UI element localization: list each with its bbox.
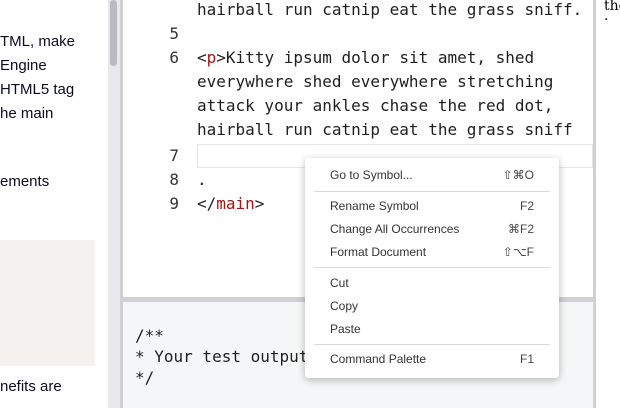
tag-bracket: </ bbox=[197, 194, 217, 213]
menu-item-format-document[interactable]: Format Document ⇧⌥F bbox=[305, 241, 559, 264]
menu-item-shortcut: ⌘F2 bbox=[507, 222, 534, 236]
menu-separator bbox=[314, 191, 550, 192]
instructions-scrollbar-thumb[interactable] bbox=[110, 0, 117, 66]
menu-item-shortcut: F2 bbox=[519, 199, 534, 213]
menu-item-cut[interactable]: Cut bbox=[305, 272, 559, 295]
menu-item-label: Command Palette bbox=[330, 352, 427, 366]
console-line: */ bbox=[135, 368, 155, 387]
menu-item-rename-symbol[interactable]: Rename Symbol F2 bbox=[305, 195, 559, 218]
code-text: Kitty ipsum dolor sit amet, shed bbox=[225, 48, 535, 67]
hint-box bbox=[0, 240, 95, 366]
instructions-text: TML, make bbox=[0, 33, 76, 50]
instructions-text: HTML5 tag bbox=[0, 81, 75, 98]
menu-separator bbox=[314, 267, 550, 268]
line-number: 8 bbox=[169, 170, 179, 189]
menu-item-label: Paste bbox=[330, 322, 361, 336]
menu-item-label: Format Document bbox=[330, 245, 427, 259]
instructions-text: Engine bbox=[0, 57, 47, 74]
menu-item-shortcut: F1 bbox=[519, 352, 534, 366]
line-number: 5 bbox=[169, 24, 179, 43]
code-line[interactable]: <p>Kitty ipsum dolor sit amet, shed bbox=[197, 48, 534, 67]
menu-item-change-all-occurrences[interactable]: Change All Occurrences ⌘F2 bbox=[305, 218, 559, 241]
preview-text: . bbox=[604, 8, 609, 24]
code-line[interactable]: everywhere shed everywhere stretching bbox=[197, 72, 553, 91]
html-tag-name: p bbox=[206, 48, 217, 67]
line-number: 6 bbox=[169, 48, 179, 67]
console-line: * Your test output bbox=[135, 347, 309, 366]
line-number: 7 bbox=[169, 146, 179, 165]
menu-item-label: Copy bbox=[330, 299, 359, 313]
menu-item-shortcut: ⇧⌥F bbox=[502, 245, 534, 259]
code-line[interactable]: hairball run catnip eat the grass sniff bbox=[197, 120, 573, 139]
code-line[interactable]: attack your ankles chase the red dot, bbox=[197, 96, 553, 115]
menu-item-shortcut: ⇧⌘O bbox=[502, 168, 534, 182]
line-number: 9 bbox=[169, 194, 179, 213]
menu-item-copy[interactable]: Copy bbox=[305, 295, 559, 318]
tag-bracket: > bbox=[216, 48, 226, 67]
instructions-pane: TML, make Engine HTML5 tag he main ement… bbox=[0, 0, 108, 408]
context-menu: Go to Symbol... ⇧⌘O Rename Symbol F2 Cha… bbox=[305, 158, 559, 378]
instructions-text: nefits are bbox=[0, 378, 62, 395]
code-line[interactable]: . bbox=[197, 170, 207, 189]
code-line[interactable]: hairball run catnip eat the grass sniff. bbox=[197, 0, 582, 19]
menu-item-label: Cut bbox=[330, 276, 349, 290]
menu-item-label: Change All Occurrences bbox=[330, 222, 460, 236]
instructions-text: he main bbox=[0, 105, 54, 122]
menu-item-label: Go to Symbol... bbox=[330, 168, 413, 182]
tag-bracket: < bbox=[197, 48, 207, 67]
html-tag-name: main bbox=[216, 194, 255, 213]
menu-separator bbox=[314, 344, 550, 345]
menu-item-go-to-symbol[interactable]: Go to Symbol... ⇧⌘O bbox=[305, 164, 559, 187]
tag-bracket: > bbox=[254, 194, 265, 213]
preview-pane: the . bbox=[596, 0, 620, 408]
instructions-text: ements bbox=[0, 173, 50, 190]
menu-item-label: Rename Symbol bbox=[330, 199, 419, 213]
console-line: /** bbox=[135, 326, 164, 345]
code-line[interactable]: </main> bbox=[197, 194, 264, 213]
menu-item-command-palette[interactable]: Command Palette F1 bbox=[305, 348, 559, 371]
menu-item-paste[interactable]: Paste bbox=[305, 318, 559, 341]
